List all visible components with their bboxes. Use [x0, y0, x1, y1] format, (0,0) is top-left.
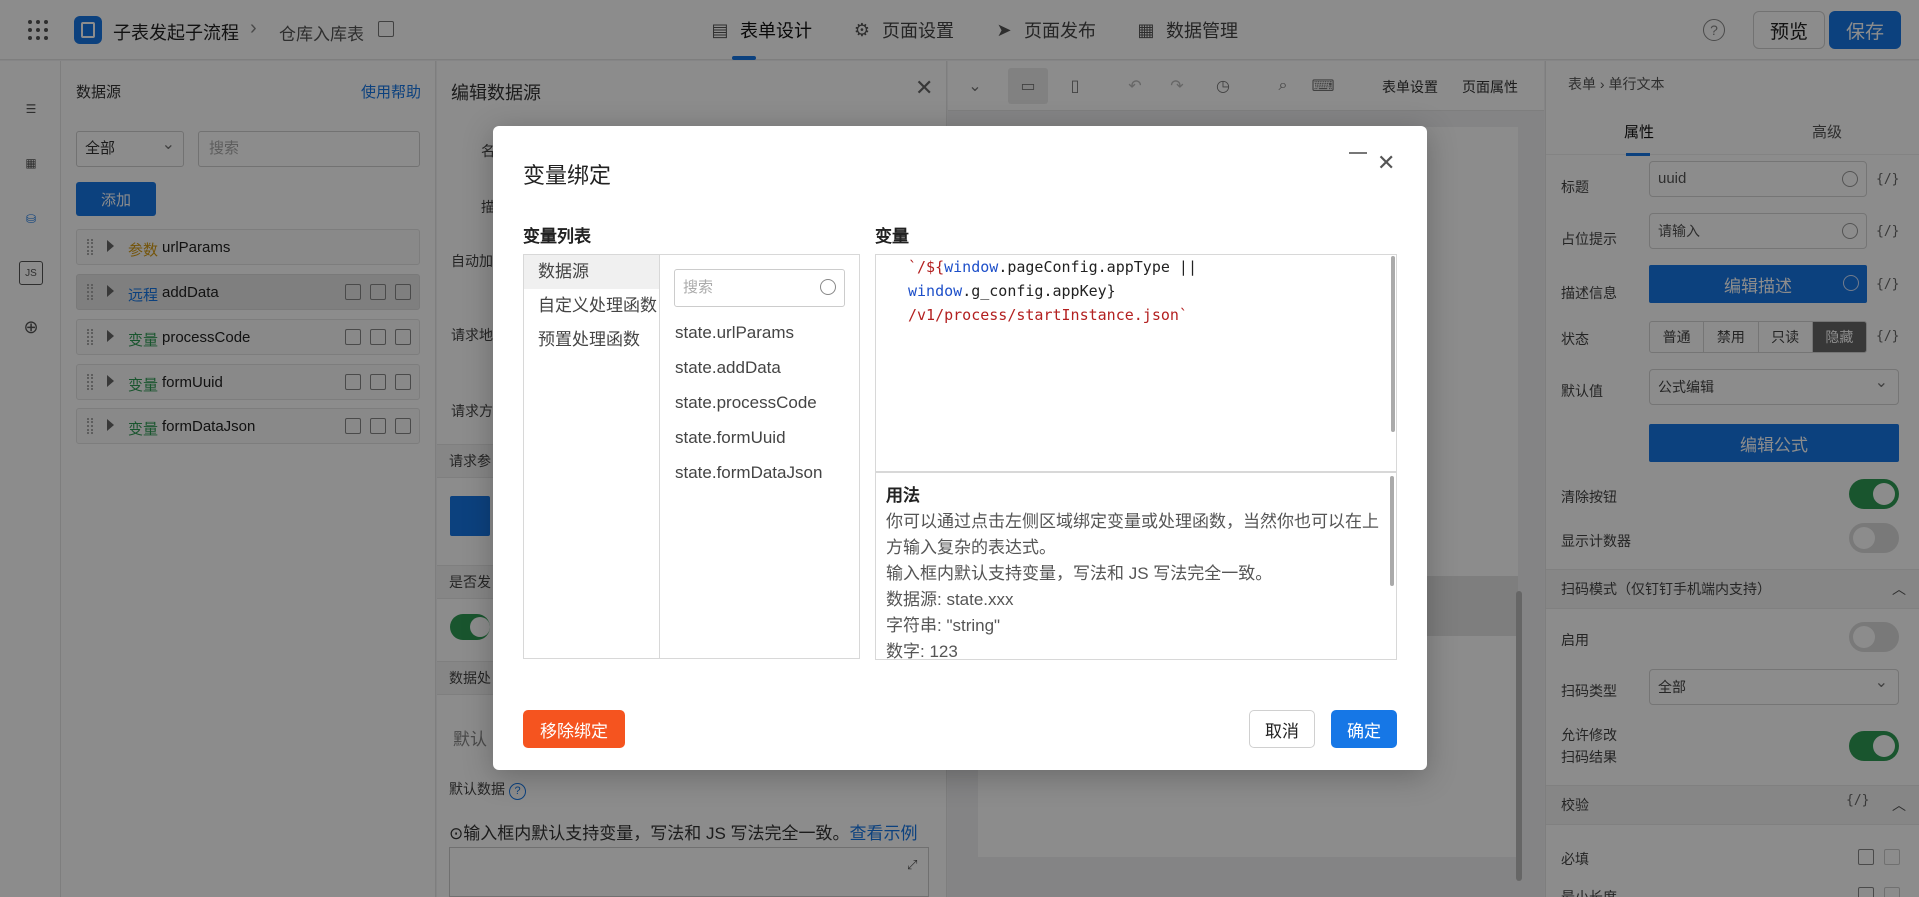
usage-help: 用法 你可以通过点击左侧区域绑定变量或处理函数，当然你也可以在上方输入复杂的表达…	[875, 472, 1397, 660]
search-icon[interactable]	[820, 279, 836, 295]
category-datasource[interactable]: 数据源	[524, 255, 659, 289]
usage-line: 你可以通过点击左侧区域绑定变量或处理函数，当然你也可以在上方输入复杂的表达式。	[886, 512, 1379, 557]
usage-line: 数据源: state.xxx	[886, 590, 1014, 609]
variable-item[interactable]: state.formUuid	[675, 428, 786, 448]
variable-binding-dialog: 变量绑定 ✕ 变量列表 变量 数据源 自定义处理函数 预置处理函数 搜索 sta…	[493, 126, 1427, 770]
usage-line: 输入框内默认支持变量，写法和 JS 写法完全一致。	[886, 564, 1273, 583]
variable-item[interactable]: state.urlParams	[675, 323, 794, 343]
confirm-button[interactable]: 确定	[1331, 710, 1397, 748]
cancel-button[interactable]: 取消	[1249, 710, 1315, 748]
expression-editor[interactable]: `/${window.pageConfig.appType || window.…	[875, 254, 1397, 472]
close-icon[interactable]: ✕	[1377, 150, 1395, 176]
minimize-icon[interactable]	[1349, 152, 1367, 154]
usage-title: 用法	[886, 486, 920, 505]
variable-item[interactable]: state.addData	[675, 358, 781, 378]
category-custom-functions[interactable]: 自定义处理函数	[524, 289, 659, 323]
remove-binding-button[interactable]: 移除绑定	[523, 710, 625, 748]
variable-heading: 变量	[875, 227, 909, 246]
editor-scrollbar[interactable]	[1391, 256, 1395, 432]
variable-search-input[interactable]: 搜索	[674, 269, 845, 307]
variable-list-heading: 变量列表	[523, 227, 591, 246]
variable-item[interactable]: state.processCode	[675, 393, 817, 413]
usage-scrollbar[interactable]	[1390, 476, 1394, 586]
variable-list: 数据源 自定义处理函数 预置处理函数 搜索 state.urlParams st…	[523, 254, 860, 659]
variable-item[interactable]: state.formDataJson	[675, 463, 822, 483]
variable-categories: 数据源 自定义处理函数 预置处理函数	[524, 255, 660, 658]
category-preset-functions[interactable]: 预置处理函数	[524, 323, 659, 357]
usage-line: 数字: 123	[886, 642, 958, 660]
usage-line: 字符串: "string"	[886, 616, 1001, 635]
dialog-title: 变量绑定	[523, 163, 612, 188]
